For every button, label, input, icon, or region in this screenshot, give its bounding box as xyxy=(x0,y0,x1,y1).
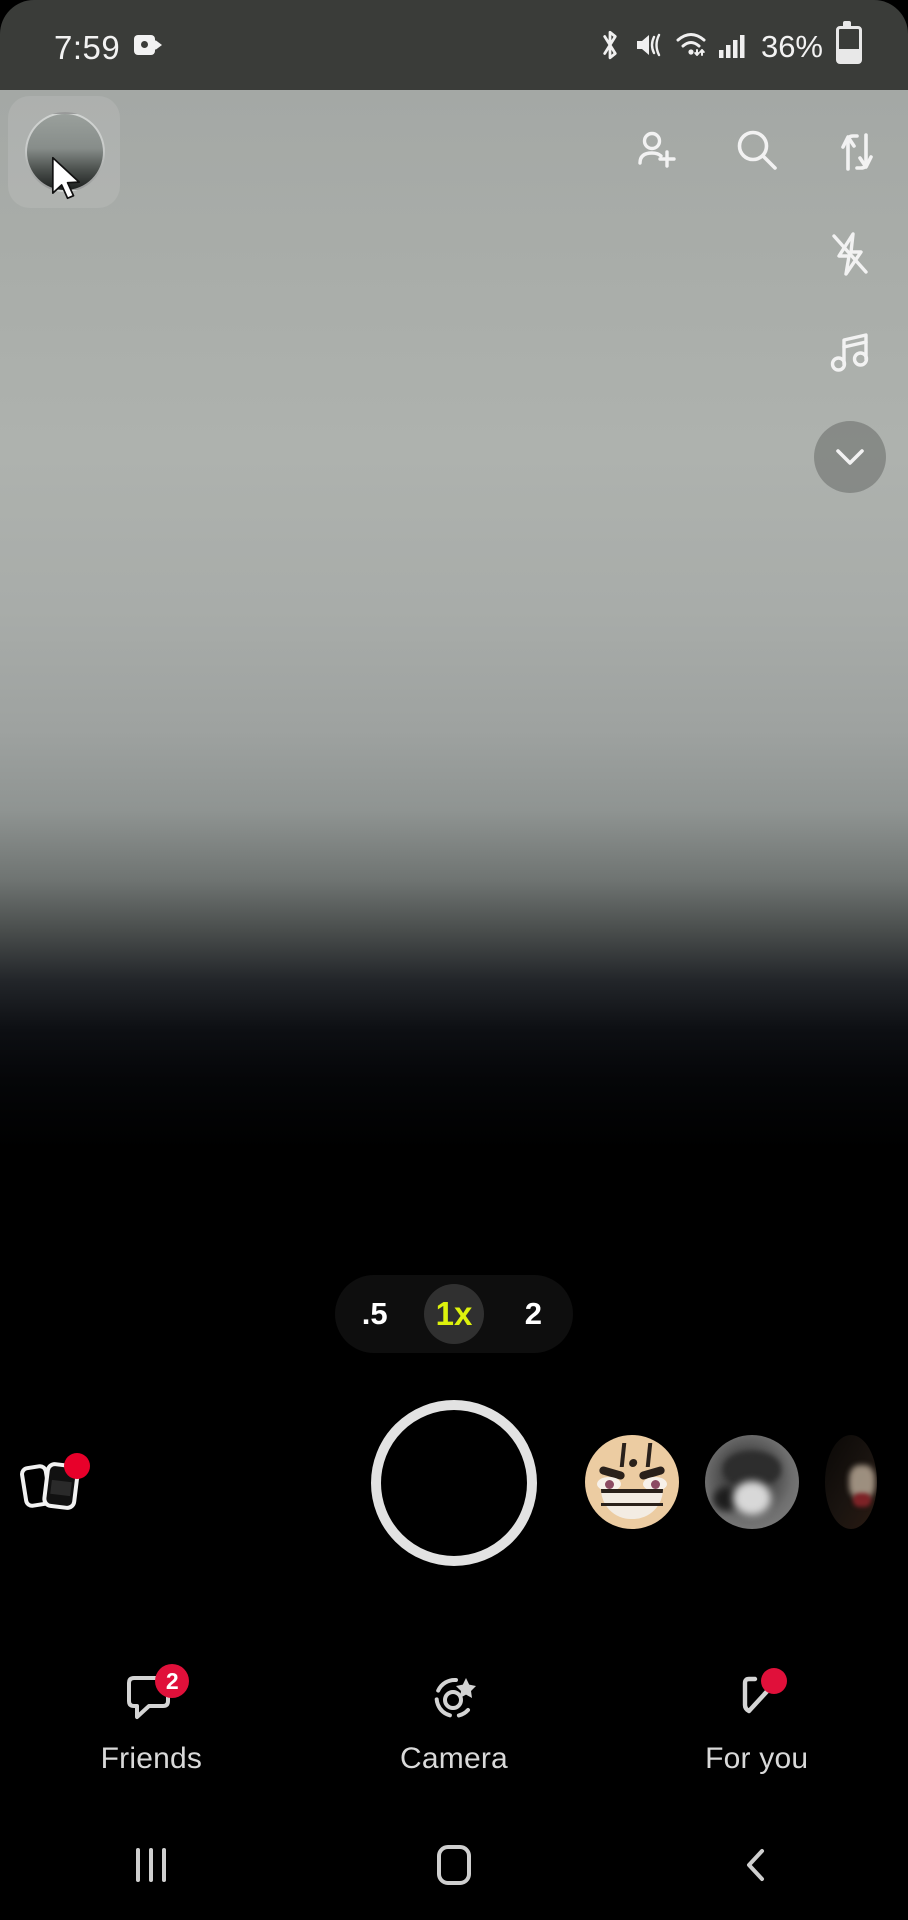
battery-icon xyxy=(836,21,862,64)
zoom-option-0.5x[interactable]: .5 xyxy=(345,1284,405,1344)
status-bar: 7:59 36% xyxy=(0,0,908,90)
tab-friends-label: Friends xyxy=(100,1742,203,1775)
spotlight-play-icon[interactable] xyxy=(725,1668,789,1728)
status-bar-left: 7:59 xyxy=(54,0,163,90)
android-nav-bar xyxy=(0,1810,908,1920)
flip-camera-icon[interactable] xyxy=(828,122,886,180)
tab-for-you[interactable]: For you xyxy=(605,1660,908,1776)
shutter-button[interactable] xyxy=(371,1400,537,1566)
tab-friends[interactable]: 2 Friends xyxy=(0,1660,303,1776)
memories-button[interactable] xyxy=(20,1453,92,1519)
add-friend-icon[interactable] xyxy=(628,122,686,180)
chat-bubble-icon[interactable]: 2 xyxy=(119,1664,190,1728)
video-recording-icon xyxy=(134,35,163,55)
tab-for-you-label: For you xyxy=(705,1742,809,1775)
avatar[interactable] xyxy=(25,112,105,192)
tab-camera-label: Camera xyxy=(400,1742,508,1775)
camera-viewfinder[interactable] xyxy=(0,90,908,1920)
status-bar-right: 36% xyxy=(597,0,862,90)
lens-anime-face[interactable] xyxy=(585,1435,679,1529)
battery-percent: 36% xyxy=(760,28,823,64)
search-icon[interactable] xyxy=(728,122,786,180)
lens-photo[interactable] xyxy=(705,1435,799,1529)
phone-screen: 7:59 36% .5 1x 2 2 Friends Camera For yo… xyxy=(0,0,908,1920)
tab-camera[interactable]: Camera xyxy=(303,1660,606,1776)
recents-button[interactable] xyxy=(0,1848,303,1882)
home-button[interactable] xyxy=(303,1845,606,1885)
lens-carousel xyxy=(585,1435,877,1529)
zoom-selector[interactable]: .5 1x 2 xyxy=(335,1275,573,1353)
chevron-down-icon[interactable] xyxy=(814,421,886,493)
memories-badge-dot xyxy=(64,1453,90,1479)
zoom-option-1x[interactable]: 1x xyxy=(423,1284,484,1344)
lens-partial[interactable] xyxy=(825,1435,877,1529)
vibrate-icon xyxy=(634,29,664,61)
zoom-option-2x[interactable]: 2 xyxy=(503,1284,563,1344)
profile-avatar-button[interactable] xyxy=(8,96,120,208)
back-button[interactable] xyxy=(605,1845,908,1885)
cellular-signal-icon xyxy=(718,30,746,60)
status-clock: 7:59 xyxy=(54,28,121,66)
wifi-icon xyxy=(675,30,707,60)
music-icon[interactable] xyxy=(821,323,879,381)
flash-off-icon[interactable] xyxy=(821,225,879,283)
camera-top-actions xyxy=(628,122,886,180)
friends-badge-count: 2 xyxy=(155,1664,190,1698)
camera-lens-star-icon[interactable] xyxy=(422,1670,486,1728)
bluetooth-icon xyxy=(597,28,623,62)
bottom-tab-bar: 2 Friends Camera For you xyxy=(0,1660,908,1810)
for-you-badge-dot xyxy=(760,1668,787,1694)
camera-side-actions xyxy=(814,225,886,493)
